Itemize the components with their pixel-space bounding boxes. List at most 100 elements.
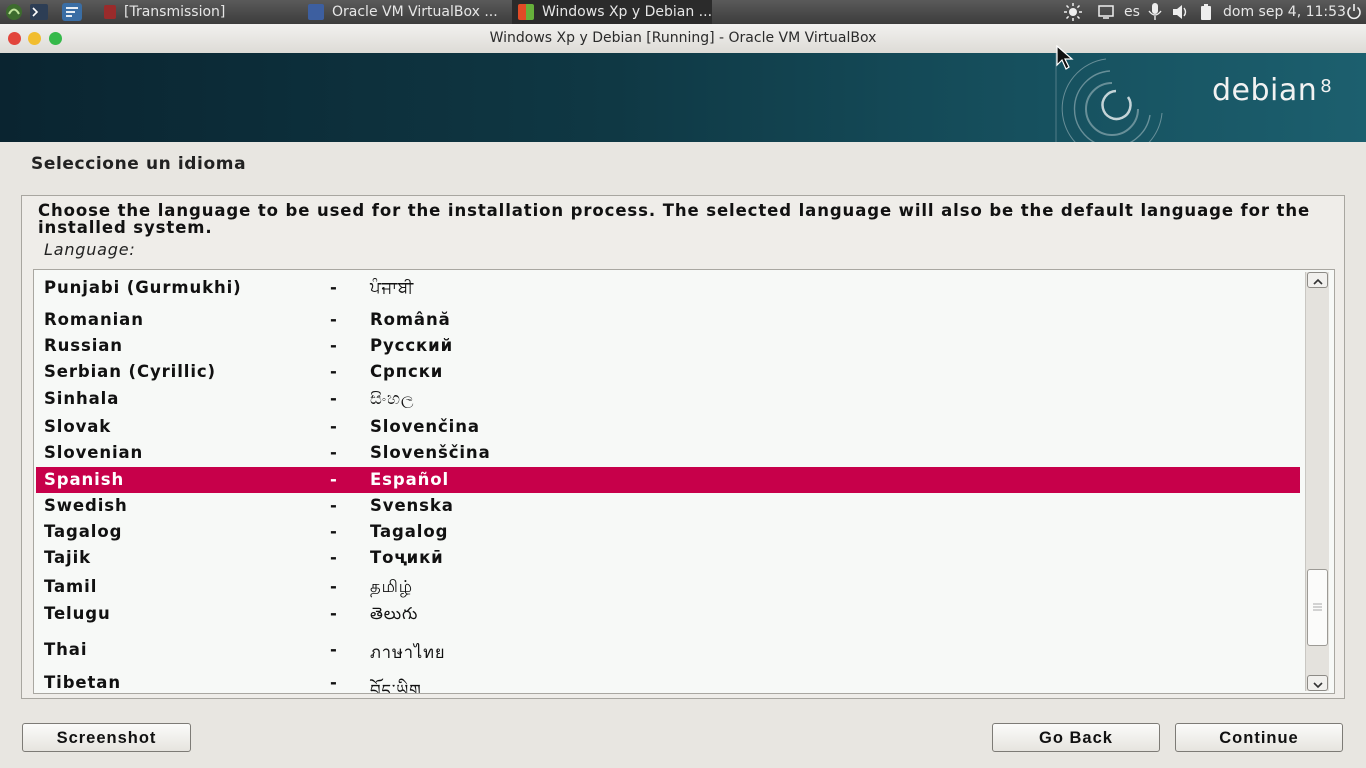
clock[interactable]: dom sep 4, 11:53 xyxy=(1223,0,1346,24)
debian-logo: debian 8 xyxy=(1212,73,1332,108)
language-native-name: සිංහල xyxy=(370,389,415,408)
language-native-name: Svenska xyxy=(370,496,454,515)
language-native-name: Slovenčina xyxy=(370,417,480,436)
language-option[interactable]: Thai - ภาษาไทย xyxy=(36,637,1300,663)
language-name: Slovak xyxy=(44,417,112,436)
separator: - xyxy=(330,310,338,329)
separator: - xyxy=(330,604,338,623)
language-option[interactable]: Sinhala - සිංහල xyxy=(36,386,1300,412)
taskbar-item-label: Oracle VM VirtualBox ... xyxy=(332,4,498,20)
language-list-label: Language: xyxy=(44,240,136,259)
language-native-name: Тоҷикӣ xyxy=(370,548,444,567)
language-option[interactable]: Telugu - తెలుగు xyxy=(36,601,1300,627)
scrollbar-thumb[interactable] xyxy=(1307,569,1328,646)
terminal-icon[interactable] xyxy=(30,0,52,24)
separator: - xyxy=(330,640,338,659)
separator: - xyxy=(330,362,338,381)
debian-logo-text: debian xyxy=(1212,73,1318,108)
separator: - xyxy=(330,417,338,436)
language-name: Tagalog xyxy=(44,522,123,541)
chevron-down-icon xyxy=(1312,682,1323,689)
menu-icon[interactable] xyxy=(4,0,28,24)
separator: - xyxy=(330,522,338,541)
language-name: Punjabi (Gurmukhi) xyxy=(44,278,242,297)
language-option[interactable]: Romanian - Română xyxy=(36,307,1300,333)
grip-icon xyxy=(1313,603,1322,611)
language-option[interactable]: Tamil - தமிழ் xyxy=(36,574,1300,600)
language-option[interactable]: Swedish - Svenska xyxy=(36,493,1300,519)
language-option[interactable]: Tagalog - Tagalog xyxy=(36,519,1300,545)
separator: - xyxy=(330,336,338,355)
microphone-icon[interactable] xyxy=(1148,0,1162,24)
language-option[interactable]: Punjabi (Gurmukhi) - ਪੰਜਾਬੀ xyxy=(36,275,1300,301)
taskbar-item-virtualbox[interactable]: Oracle VM VirtualBox ... xyxy=(308,0,508,24)
debian-banner: debian 8 xyxy=(0,53,1366,142)
separator: - xyxy=(330,443,338,462)
language-name: Thai xyxy=(44,640,88,659)
scroll-up-button[interactable] xyxy=(1307,272,1328,288)
display-icon[interactable] xyxy=(1098,0,1114,24)
window-titlebar[interactable]: Windows Xp y Debian [Running] - Oracle V… xyxy=(0,24,1366,54)
language-option[interactable]: Slovak - Slovenčina xyxy=(36,414,1300,440)
language-selection-panel: Choose the language to be used for the i… xyxy=(21,195,1345,699)
language-option[interactable]: Tajik - Тоҷикӣ xyxy=(36,545,1300,571)
separator: - xyxy=(330,389,338,408)
language-native-name: Српски xyxy=(370,362,444,381)
taskbar-item-label: [Transmission] xyxy=(124,4,226,20)
volume-icon[interactable] xyxy=(1172,0,1190,24)
language-name: Tajik xyxy=(44,548,92,567)
separator: - xyxy=(330,673,338,692)
screenshot-button[interactable]: Screenshot xyxy=(22,723,191,752)
scrollbar[interactable] xyxy=(1305,272,1329,691)
page-title: Seleccione un idioma xyxy=(31,154,247,174)
language-name: Spanish xyxy=(44,470,125,489)
language-name: Tamil xyxy=(44,577,98,596)
separator: - xyxy=(330,496,338,515)
language-native-name: ਪੰਜਾਬੀ xyxy=(370,278,415,297)
language-name: Sinhala xyxy=(44,389,120,408)
keyboard-layout-indicator[interactable]: es xyxy=(1124,0,1140,24)
language-name: Slovenian xyxy=(44,443,144,462)
language-option[interactable]: Russian - Русский xyxy=(36,333,1300,359)
language-native-name: தமிழ் xyxy=(370,577,413,596)
separator: - xyxy=(330,577,338,596)
debian-version: 8 xyxy=(1320,76,1333,97)
language-native-name: ภาษาไทย xyxy=(370,643,446,662)
language-name: Serbian (Cyrillic) xyxy=(44,362,216,381)
language-name: Romanian xyxy=(44,310,144,329)
separator: - xyxy=(330,278,338,297)
power-icon[interactable] xyxy=(1346,0,1362,24)
language-option[interactable]: Serbian (Cyrillic) - Српски xyxy=(36,359,1300,385)
language-native-name: Slovenščina xyxy=(370,443,491,462)
chevron-up-icon xyxy=(1312,278,1323,285)
scroll-down-button[interactable] xyxy=(1307,675,1328,691)
language-name: Swedish xyxy=(44,496,128,515)
taskbar-item-label: Windows Xp y Debian ... xyxy=(542,4,712,20)
top-panel: [Transmission] Oracle VM VirtualBox ... … xyxy=(0,0,1366,24)
language-name: Tibetan xyxy=(44,673,121,692)
language-native-name: తెలుగు xyxy=(370,604,419,623)
language-native-name: Русский xyxy=(370,336,454,355)
language-option-selected[interactable]: Spanish - Español xyxy=(36,467,1300,493)
transmission-icon xyxy=(104,5,116,19)
taskbar-item-transmission[interactable]: [Transmission] xyxy=(104,0,304,24)
taskbar-item-vm-window[interactable]: Windows Xp y Debian ... xyxy=(512,0,712,24)
language-native-name: བོད་ཡིག xyxy=(370,681,422,694)
brightness-icon[interactable] xyxy=(1064,0,1082,24)
continue-button[interactable]: Continue xyxy=(1175,723,1343,752)
virtualbox-icon xyxy=(308,4,324,20)
separator: - xyxy=(330,548,338,567)
language-native-name: Tagalog xyxy=(370,522,449,541)
language-native-name: Español xyxy=(370,470,450,489)
instructions-text: Choose the language to be used for the i… xyxy=(38,201,1311,237)
language-native-name: Română xyxy=(370,310,451,329)
language-option[interactable]: Slovenian - Slovenščina xyxy=(36,440,1300,466)
mouse-cursor-icon xyxy=(1056,45,1074,70)
separator: - xyxy=(330,470,338,489)
battery-icon[interactable] xyxy=(1200,0,1212,24)
language-option[interactable]: Tibetan - བོད་ཡིག xyxy=(36,670,1300,694)
go-back-button[interactable]: Go Back xyxy=(992,723,1160,752)
file-manager-icon[interactable] xyxy=(62,0,94,24)
language-list[interactable]: Punjabi (Gurmukhi) - ਪੰਜਾਬੀ Romanian - Română… xyxy=(33,269,1335,694)
window-title: Windows Xp y Debian [Running] - Oracle V… xyxy=(489,30,877,46)
